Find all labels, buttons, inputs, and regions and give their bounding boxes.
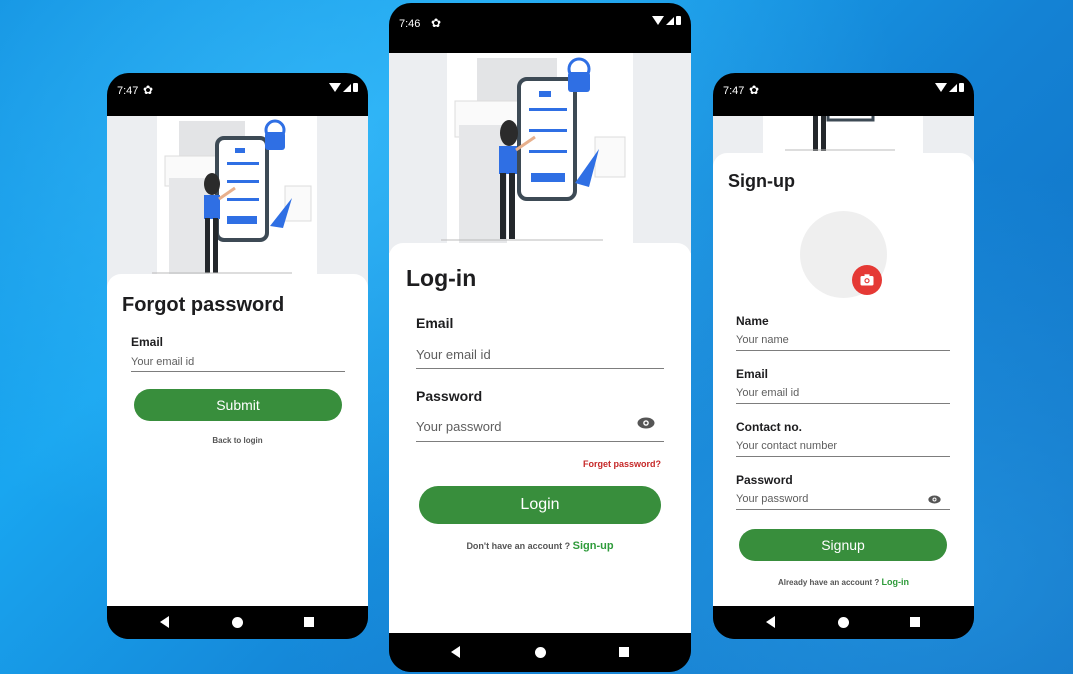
- password-label: Password: [736, 473, 793, 487]
- nav-back-icon[interactable]: [160, 616, 169, 628]
- contact-input[interactable]: [736, 436, 950, 457]
- page-title: Forgot password: [122, 294, 285, 316]
- status-time: 7:46: [399, 18, 421, 30]
- navigation-bar: [107, 606, 368, 639]
- phone-login: 7:46 ✿ Log-in Email Your email id Passwo…: [389, 3, 691, 672]
- nav-home-icon[interactable]: [838, 617, 849, 628]
- form-card: Forgot password Email Submit Back to log…: [107, 274, 368, 606]
- screen: Log-in Email Password Forget password? L…: [389, 53, 691, 633]
- navigation-bar: [713, 606, 974, 639]
- email-label: Email: [416, 315, 454, 331]
- nav-recents-icon[interactable]: [619, 647, 629, 657]
- nav-back-icon[interactable]: [766, 616, 775, 628]
- login-prompt: Already have an account ? Log-in: [713, 577, 974, 587]
- screen: Sign-up Name Email Contact no. Password: [713, 116, 974, 606]
- battery-icon: [353, 83, 358, 92]
- email-input[interactable]: [736, 383, 950, 404]
- back-to-login-link[interactable]: Back to login: [107, 436, 368, 445]
- screen: Forgot password Email Submit Back to log…: [107, 116, 368, 606]
- battery-icon: [676, 16, 681, 25]
- eye-icon[interactable]: [928, 495, 941, 504]
- navigation-bar: [389, 633, 691, 672]
- login-illustration: [441, 53, 633, 250]
- wifi-icon: [652, 16, 664, 25]
- submit-button[interactable]: Submit: [134, 389, 342, 421]
- form-card: Log-in Email Password Forget password? L…: [389, 243, 691, 633]
- status-icons: [329, 83, 358, 92]
- name-label: Name: [736, 314, 769, 328]
- wifi-icon: [329, 83, 341, 92]
- phone-forgot-password: 7:47 ✿ Forgot password Email Your email …: [107, 73, 368, 639]
- email-input[interactable]: [416, 340, 664, 369]
- gear-icon: ✿: [143, 83, 154, 97]
- gear-icon: ✿: [749, 83, 760, 97]
- password-label: Password: [416, 388, 483, 404]
- login-button[interactable]: Login: [419, 486, 661, 524]
- status-time: 7:47: [723, 85, 745, 97]
- name-input[interactable]: [736, 330, 950, 351]
- signal-icon: [666, 16, 674, 25]
- login-prompt-text: Already have an account ?: [777, 578, 880, 587]
- nav-recents-icon[interactable]: [910, 617, 920, 627]
- signal-icon: [343, 83, 351, 92]
- status-time: 7:47: [117, 85, 139, 97]
- hero-illustration: [107, 116, 368, 296]
- status-icons: [652, 16, 681, 25]
- signup-prompt-text: Don't have an account ?: [466, 541, 571, 551]
- login-illustration: [152, 116, 317, 288]
- signup-prompt: Don't have an account ? Sign-up: [389, 540, 691, 552]
- camera-glyph: [860, 274, 874, 286]
- page-title: Log-in: [406, 265, 477, 291]
- email-label: Email: [131, 335, 164, 349]
- eye-icon[interactable]: [637, 417, 655, 429]
- signal-icon: [949, 83, 957, 92]
- email-input[interactable]: [131, 352, 345, 372]
- signup-link[interactable]: Sign-up: [573, 540, 614, 552]
- nav-home-icon[interactable]: [232, 617, 243, 628]
- login-link[interactable]: Log-in: [882, 577, 910, 587]
- forgot-password-link[interactable]: Forget password?: [583, 459, 661, 469]
- nav-back-icon[interactable]: [451, 646, 460, 658]
- camera-icon[interactable]: [852, 265, 882, 295]
- signup-button[interactable]: Signup: [739, 529, 947, 561]
- password-input[interactable]: [736, 489, 950, 510]
- email-label: Email: [736, 367, 769, 381]
- phone-signup: 7:47 ✿ Sign-up Name Your name Email Your…: [713, 73, 974, 639]
- password-input[interactable]: [416, 411, 664, 442]
- page-title: Sign-up: [728, 171, 795, 191]
- wifi-icon: [935, 83, 947, 92]
- contact-label: Contact no.: [736, 420, 802, 434]
- hero-illustration: [389, 53, 691, 253]
- nav-recents-icon[interactable]: [304, 617, 314, 627]
- nav-home-icon[interactable]: [535, 647, 546, 658]
- status-icons: [935, 83, 964, 92]
- battery-icon: [959, 83, 964, 92]
- gear-icon: ✿: [431, 16, 442, 30]
- form-card: Sign-up Name Email Contact no. Password: [713, 153, 974, 606]
